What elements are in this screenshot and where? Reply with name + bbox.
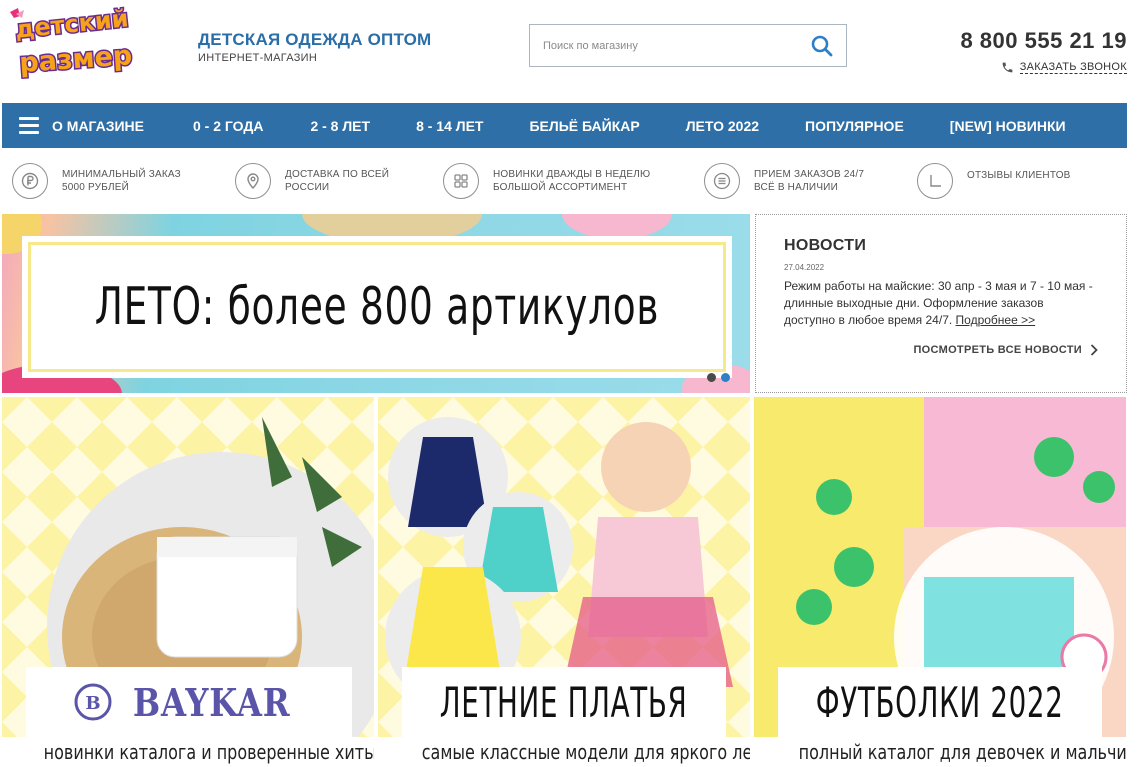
callback-link[interactable]: ЗАКАЗАТЬ ЗВОНОК	[1001, 61, 1127, 74]
feature-orders-247-text: ПРИЕМ ЗАКАЗОВ 24/7 ВСЁ В НАЛИЧИИ	[754, 169, 865, 193]
grid-icon	[443, 163, 479, 199]
callback-label: ЗАКАЗАТЬ ЗВОНОК	[1019, 61, 1127, 74]
news-body: Режим работы на майские: 30 апр - 3 мая …	[784, 278, 1098, 329]
phone-icon	[1002, 62, 1013, 73]
tile-summer-dresses[interactable]: ЛЕТНИЕ ПЛАТЬЯ самые классные модели для …	[378, 397, 750, 767]
tile-summer-dresses-label: ЛЕТНИЕ ПЛАТЬЯ	[402, 667, 726, 737]
all-news-label: ПОСМОТРЕТЬ ВСЕ НОВОСТИ	[913, 344, 1082, 356]
promo-banner[interactable]: ЛЕТО: более 800 артикулов	[2, 214, 750, 393]
search-button[interactable]	[810, 34, 834, 58]
feature-new-items-text: НОВИНКИ ДВАЖДЫ В НЕДЕЛЮ БОЛЬШОЙ АССОРТИМ…	[493, 169, 651, 193]
all-news-link[interactable]: ПОСМОТРЕТЬ ВСЕ НОВОСТИ	[913, 344, 1098, 356]
tagline-subtitle: ИНТЕРНЕТ-МАГАЗИН	[198, 52, 318, 64]
svg-text:B: B	[86, 693, 101, 714]
list-icon	[704, 163, 740, 199]
tile-summer-dresses-caption: самые классные модели для яркого лета	[378, 737, 750, 767]
tile-baykar-caption: новинки каталога и проверенные хиты	[2, 737, 374, 767]
feature-new-items: НОВИНКИ ДВАЖДЫ В НЕДЕЛЮ БОЛЬШОЙ АССОРТИМ…	[443, 163, 650, 199]
nav-item-8-14[interactable]: 8 - 14 ЛЕТ	[416, 118, 483, 134]
location-pin-icon	[235, 163, 271, 199]
news-more-link[interactable]: Подробнее >>	[956, 313, 1036, 327]
feature-delivery-text: ДОСТАВКА ПО ВСЕЙ РОССИИ	[285, 169, 390, 193]
nav-item-baykar[interactable]: БЕЛЬЁ БАЙКАР	[529, 118, 639, 134]
main-nav: О МАГАЗИНЕ 0 - 2 ГОДА 2 - 8 ЛЕТ 8 - 14 Л…	[2, 103, 1127, 148]
tile-tshirts-2022-label: ФУТБОЛКИ 2022	[778, 667, 1102, 737]
banner-frame: ЛЕТО: более 800 артикулов	[22, 236, 732, 378]
tagline-title: ДЕТСКАЯ ОДЕЖДА ОПТОМ	[198, 30, 432, 49]
ruble-icon	[12, 163, 48, 199]
news-panel: НОВОСТИ 27.04.2022 Режим работы на майск…	[755, 214, 1127, 393]
tile-baykar-label-text: BAYKAR	[133, 679, 291, 725]
nav-item-new[interactable]: [NEW] НОВИНКИ	[950, 118, 1066, 134]
tile-baykar-label: B BAYKAR	[26, 667, 352, 737]
phone-number[interactable]: 8 800 555 21 19	[960, 28, 1127, 54]
feature-delivery: ДОСТАВКА ПО ВСЕЙ РОССИИ	[235, 163, 389, 199]
news-text: Режим работы на майские: 30 апр - 3 мая …	[784, 279, 1093, 327]
menu-icon[interactable]	[19, 117, 39, 134]
tile-baykar[interactable]: B BAYKAR новинки каталога и проверенные …	[2, 397, 374, 767]
site-tagline: ДЕТСКАЯ ОДЕЖДА ОПТОМ ИНТЕРНЕТ-МАГАЗИН	[198, 30, 431, 64]
feature-orders-247: ПРИЕМ ЗАКАЗОВ 24/7 ВСЁ В НАЛИЧИИ	[704, 163, 864, 199]
nav-item-0-2[interactable]: 0 - 2 ГОДА	[193, 118, 263, 134]
feature-reviews-text: ОТЗЫВЫ КЛИЕНТОВ	[967, 169, 1071, 181]
baykar-logo-icon: B	[74, 683, 112, 721]
nav-item-summer-2022[interactable]: ЛЕТО 2022	[686, 118, 759, 134]
slider-dot-2[interactable]	[721, 373, 730, 382]
chevron-right-icon	[1090, 344, 1098, 356]
clock-icon	[917, 163, 953, 199]
news-heading: НОВОСТИ	[784, 237, 867, 254]
tile-summer-dresses-label-text: ЛЕТНИЕ ПЛАТЬЯ	[440, 677, 688, 727]
tile-tshirts-2022[interactable]: ФУТБОЛКИ 2022 полный каталог для девочек…	[754, 397, 1126, 767]
svg-text:размер: размер	[18, 40, 133, 79]
site-logo[interactable]: детский размер	[6, 3, 146, 80]
search-input[interactable]	[530, 25, 800, 66]
feature-min-order-text: МИНИМАЛЬНЫЙ ЗАКАЗ 5000 РУБЛЕЙ	[62, 169, 181, 193]
slider-dots	[707, 373, 730, 382]
features-bar: МИНИМАЛЬНЫЙ ЗАКАЗ 5000 РУБЛЕЙ ДОСТАВКА П…	[0, 148, 1137, 214]
feature-min-order: МИНИМАЛЬНЫЙ ЗАКАЗ 5000 РУБЛЕЙ	[12, 163, 181, 199]
nav-item-2-8[interactable]: 2 - 8 ЛЕТ	[310, 118, 370, 134]
news-date: 27.04.2022	[784, 263, 825, 272]
logo-graphic: детский размер	[10, 3, 135, 80]
tile-tshirts-2022-label-text: ФУТБОЛКИ 2022	[816, 677, 1064, 727]
slider-dot-1[interactable]	[707, 373, 716, 382]
tile-tshirts-2022-caption: полный каталог для девочек и мальчиков	[754, 737, 1126, 767]
site-header: детский размер ДЕТСКАЯ ОДЕЖДА ОПТОМ ИНТЕ…	[0, 0, 1137, 103]
banner-headline: ЛЕТО: более 800 артикулов	[94, 277, 660, 337]
feature-reviews[interactable]: ОТЗЫВЫ КЛИЕНТОВ	[917, 163, 1071, 199]
search-icon	[811, 35, 833, 57]
svg-text:детский: детский	[14, 6, 130, 44]
nav-item-about[interactable]: О МАГАЗИНЕ	[52, 118, 144, 134]
nav-item-popular[interactable]: ПОПУЛЯРНОЕ	[805, 118, 904, 134]
search-box	[529, 24, 847, 67]
